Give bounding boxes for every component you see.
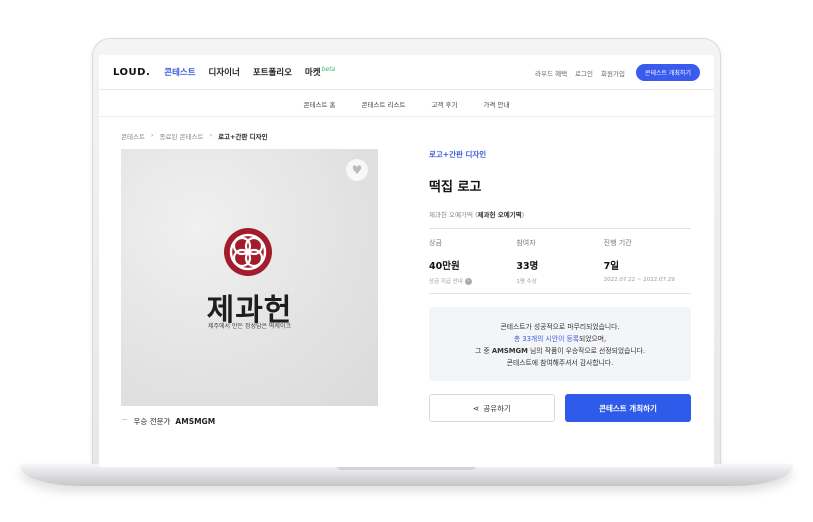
chevron-right-icon: › (209, 131, 213, 139)
notice-line: 콘테스트에 참여해주셔서 감사합니다. (506, 359, 614, 367)
notice-line: 콘테스트가 성공적으로 마무리되었습니다. (500, 323, 620, 331)
nav-market[interactable]: 마켓beta (305, 66, 335, 78)
winner-name[interactable]: AMSMGM (175, 417, 215, 426)
stat-value: 33명 (516, 261, 539, 272)
completion-notice: 콘테스트가 성공적으로 마무리되었습니다. 총 33개의 시안이 등록되었으며,… (429, 307, 691, 381)
share-icon: ⋖ (473, 403, 480, 413)
notice-text: 되었으며, (578, 335, 607, 343)
stat-sub: 2022.07.22 ~ 2022.07.29 (603, 277, 675, 283)
host-contest-button[interactable]: 콘테스트 개최하기 (565, 394, 691, 422)
nav-portfolio[interactable]: 포트폴리오 (253, 66, 292, 78)
logo[interactable]: LOUD. (113, 67, 150, 78)
submissions-link[interactable]: 총 33개의 시안이 등록 (514, 335, 579, 343)
info-icon: › (464, 278, 472, 285)
stat-label: 상금 (429, 239, 442, 247)
stat-label: 참여자 (516, 239, 536, 247)
nav-contest[interactable]: 콘테스트 (164, 66, 195, 78)
stat-prize: 상금 40만원 상금 지급 안내 › (429, 229, 516, 293)
wifi-icon: ⌔ (121, 416, 129, 426)
notice-line: 총 33개의 시안이 등록되었으며, (429, 333, 691, 345)
brand-tagline: 제주에서 만든 정성담은 떡케이크 (207, 323, 291, 330)
nav-designer[interactable]: 디자이너 (209, 66, 240, 78)
host-contest-header-button[interactable]: 콘테스트 개최하기 (635, 64, 700, 81)
notice-text: 님의 작품이 우승작으로 선정되었습니다. (530, 347, 645, 355)
laptop-mockup: LOUD. 콘테스트 디자이너 포트폴리오 마켓beta 라우드 혜택 로그인 … (0, 0, 813, 522)
stat-value: 40만원 (429, 261, 460, 272)
stat-sub: 상금 지급 안내 (429, 279, 463, 285)
screen: LOUD. 콘테스트 디자이너 포트폴리오 마켓beta 라우드 혜택 로그인 … (99, 55, 714, 467)
contest-info: 로고+간판 디자인 떡집 로고 제과헌 오예가떡 (제과헌 오예기떡) (429, 149, 691, 219)
beta-badge: beta (321, 66, 336, 73)
sub-navigation: 콘테스트 홈 콘테스트 리스트 고객 후기 가격 안내 (99, 91, 714, 117)
stat-sub: 1명 수상 (516, 279, 537, 285)
nav-market-label: 마켓 (304, 68, 321, 78)
breadcrumb-item[interactable]: 종료된 콘테스트 (160, 131, 204, 141)
subnav-contest-list[interactable]: 콘테스트 리스트 (362, 99, 406, 109)
contest-category: 로고+간판 디자인 (429, 150, 487, 159)
subnav-contest-home[interactable]: 콘테스트 홈 (304, 99, 336, 109)
contest-stats: 상금 40만원 상금 지급 안내 › 참여자 33명 1명 수상 진행 기간 7… (429, 228, 691, 294)
signup-link[interactable]: 회원가입 (601, 68, 625, 78)
subnav-reviews[interactable]: 고객 후기 (431, 99, 457, 109)
notice-text: 그 중 (475, 347, 490, 355)
owner-name: 제과헌 오예기떡 (477, 211, 522, 219)
stat-label: 진행 기간 (603, 239, 632, 247)
subnav-pricing[interactable]: 가격 안내 (483, 99, 509, 109)
main-nav: 콘테스트 디자이너 포트폴리오 마켓beta (164, 66, 335, 78)
share-label: 공유하기 (483, 403, 511, 413)
chevron-right-icon: › (150, 131, 154, 139)
notice-line: 그 중 AMSMGM 님의 작품이 우승작으로 선정되었습니다. (429, 345, 691, 357)
prize-info-link[interactable]: 상금 지급 안내 › (429, 277, 516, 285)
heart-icon[interactable]: ♥ (346, 159, 368, 181)
login-link[interactable]: 로그인 (575, 68, 593, 78)
breadcrumb-current: 로고+간판 디자인 (218, 133, 268, 141)
breadcrumb-item[interactable]: 콘테스트 (121, 131, 145, 141)
breadcrumb: 콘테스트 › 종료된 콘테스트 › 로고+간판 디자인 (121, 131, 268, 141)
stat-value: 7일 (603, 261, 620, 272)
stat-duration: 진행 기간 7일 2022.07.22 ~ 2022.07.29 (604, 229, 691, 293)
contest-title: 떡집 로고 (429, 180, 482, 195)
winner-line: ⌔ 우승 전문가 AMSMGM (121, 416, 215, 427)
contest-owner: 제과헌 오예가떡 (제과헌 오예기떡) (429, 211, 525, 219)
owner-prefix: 제과헌 오예가떡 (429, 211, 473, 219)
account-nav: 라우드 혜택 로그인 회원가입 콘테스트 개최하기 (535, 55, 700, 90)
share-button[interactable]: ⋖ 공유하기 (429, 394, 555, 422)
winner-label: 우승 전문가 (133, 417, 171, 426)
notice-winner: AMSMGM (491, 347, 528, 355)
winning-design-image[interactable]: ♥ 제과헌 제주에서 만든 정성담은 떡케이크 (121, 149, 378, 406)
benefits-link[interactable]: 라우드 혜택 (535, 68, 567, 78)
emblem-logo (224, 228, 272, 276)
stat-participants: 참여자 33명 1명 수상 (516, 229, 603, 293)
top-navigation: LOUD. 콘테스트 디자이너 포트폴리오 마켓beta 라우드 혜택 로그인 … (99, 55, 714, 90)
